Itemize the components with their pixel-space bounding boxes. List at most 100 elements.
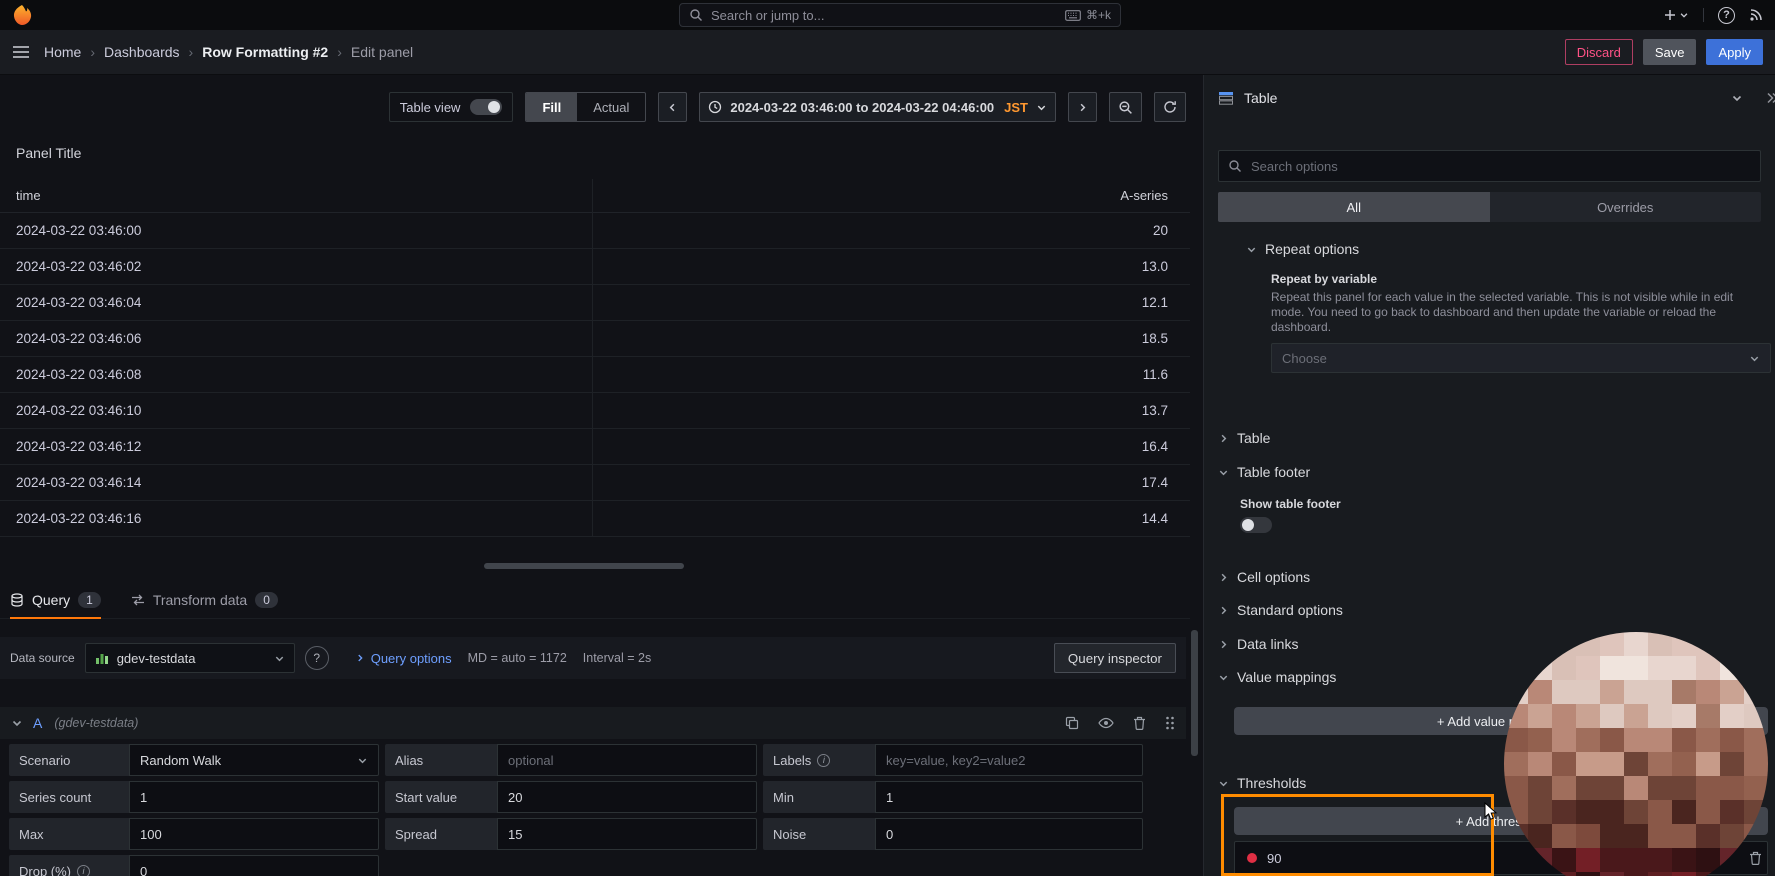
- tab-overrides[interactable]: Overrides: [1490, 192, 1762, 222]
- main-panel-area: Table view Fill Actual 2024-03-22 03:46:…: [0, 91, 1190, 876]
- section-table-footer[interactable]: Table footer: [1218, 461, 1761, 483]
- time-shift-forward-button[interactable]: [1068, 92, 1097, 122]
- repeat-variable-select[interactable]: Choose: [1271, 343, 1771, 373]
- query-options-toggle[interactable]: Query options: [355, 651, 452, 666]
- collapse-query-icon[interactable]: [11, 717, 23, 729]
- form-field-scenario: ScenarioRandom Walk: [9, 744, 379, 776]
- delete-query-trash-icon[interactable]: [1133, 716, 1146, 730]
- datasource-label: Data source: [10, 651, 75, 665]
- tab-transform-data[interactable]: Transform data 0: [131, 581, 278, 618]
- form-field-max: Max100: [9, 818, 379, 850]
- query-editor-bar: Data source gdev-testdata ? Query option…: [0, 637, 1186, 679]
- show-table-footer-toggle[interactable]: [1240, 517, 1272, 533]
- datasource-help-icon[interactable]: ?: [305, 646, 329, 670]
- breadcrumb: Home › Dashboards › Row Formatting #2 › …: [44, 44, 413, 60]
- grafana-logo-icon[interactable]: [12, 3, 32, 27]
- repeat-by-variable-label: Repeat by variable: [1271, 272, 1765, 286]
- form-field-min: Min1: [763, 781, 1143, 813]
- query-tab-bar: Query 1 Transform data 0: [0, 581, 1190, 619]
- collapse-pane-icon[interactable]: [1765, 91, 1775, 105]
- remove-threshold-trash-icon[interactable]: [1749, 851, 1762, 865]
- cell-time: 2024-03-22 03:46:08: [0, 367, 141, 382]
- form-field-drop: Drop (%)i0: [9, 855, 379, 876]
- apply-button[interactable]: Apply: [1706, 39, 1763, 65]
- datasource-select[interactable]: gdev-testdata: [85, 643, 295, 673]
- noise-input[interactable]: 0: [875, 818, 1143, 850]
- scenario-select[interactable]: Random Walk: [129, 744, 379, 776]
- options-search-input[interactable]: [1218, 150, 1761, 182]
- help-icon[interactable]: ?: [1718, 7, 1735, 24]
- breadcrumb-dashboards[interactable]: Dashboards: [104, 44, 180, 60]
- query-inspector-button[interactable]: Query inspector: [1054, 643, 1176, 673]
- labels-input[interactable]: key=value, key2=value2: [875, 744, 1143, 776]
- menu-icon[interactable]: [12, 45, 30, 59]
- save-button[interactable]: Save: [1643, 39, 1697, 65]
- cell-time: 2024-03-22 03:46:04: [0, 295, 141, 310]
- chevron-down-icon: [1749, 353, 1760, 364]
- breadcrumb-home[interactable]: Home: [44, 44, 81, 60]
- panel-type-selector[interactable]: Table: [1204, 75, 1775, 121]
- horizontal-scrollbar-thumb[interactable]: [484, 563, 684, 569]
- tab-query[interactable]: Query 1: [10, 581, 101, 618]
- panel-type-label: Table: [1244, 90, 1277, 106]
- table-visualization: time A-series 2024-03-22 03:46:00202024-…: [0, 179, 1190, 537]
- nav-bar: Home › Dashboards › Row Formatting #2 › …: [0, 30, 1775, 75]
- table-body: 2024-03-22 03:46:00202024-03-22 03:46:02…: [0, 213, 1190, 537]
- discard-button[interactable]: Discard: [1565, 39, 1633, 65]
- field-label: Labelsi: [763, 744, 875, 776]
- chevron-down-icon: [1679, 10, 1689, 20]
- threshold-color-dot[interactable]: [1247, 853, 1257, 863]
- series-count-input[interactable]: 1: [129, 781, 379, 813]
- form-row: ScenarioRandom WalkAliasoptionalLabelsik…: [0, 744, 1190, 776]
- breadcrumb-dashboard-title[interactable]: Row Formatting #2: [202, 44, 328, 60]
- start-value-input[interactable]: 20: [497, 781, 757, 813]
- table-row: 2024-03-22 03:46:1216.4: [0, 429, 1190, 465]
- query-options-group: Query options MD = auto = 1172 Interval …: [355, 651, 652, 666]
- vertical-scrollbar-thumb[interactable]: [1191, 630, 1198, 756]
- section-table[interactable]: Table: [1218, 427, 1761, 449]
- tab-all[interactable]: All: [1218, 192, 1490, 222]
- global-search-input[interactable]: Search or jump to... ⌘+k: [679, 3, 1121, 27]
- column-header-a-series[interactable]: A-series: [1120, 188, 1190, 203]
- panel-title: Panel Title: [16, 145, 1190, 165]
- table-row: 2024-03-22 03:46:0811.6: [0, 357, 1190, 393]
- panel-toolbar: Table view Fill Actual 2024-03-22 03:46:…: [0, 91, 1186, 123]
- news-icon[interactable]: [1749, 8, 1763, 22]
- table-row: 2024-03-22 03:46:0213.0: [0, 249, 1190, 285]
- duplicate-query-icon[interactable]: [1065, 716, 1079, 730]
- cell-value: 17.4: [1142, 475, 1190, 490]
- show-table-footer-toggle-wrap: [1240, 517, 1775, 536]
- time-range-picker[interactable]: 2024-03-22 03:46:00 to 2024-03-22 04:46:…: [699, 92, 1056, 122]
- drag-handle-icon[interactable]: [1165, 715, 1175, 731]
- chevron-down-icon: [1246, 244, 1257, 255]
- min-input[interactable]: 1: [875, 781, 1143, 813]
- form-field-start-value: Start value20: [385, 781, 757, 813]
- max-data-points-info: MD = auto = 1172: [468, 651, 567, 665]
- new-button[interactable]: [1664, 9, 1689, 21]
- repeat-by-variable-description: Repeat this panel for each value in the …: [1271, 290, 1751, 335]
- section-standard-options[interactable]: Standard options: [1218, 599, 1761, 621]
- refresh-button[interactable]: [1154, 92, 1186, 122]
- time-range-text: 2024-03-22 03:46:00 to 2024-03-22 04:46:…: [730, 100, 994, 115]
- max-input[interactable]: 100: [129, 818, 379, 850]
- form-field-series-count: Series count1: [9, 781, 379, 813]
- hide-query-eye-icon[interactable]: [1098, 717, 1114, 729]
- section-repeat-options[interactable]: Repeat options: [1246, 238, 1761, 260]
- fill-segment[interactable]: Fill: [526, 93, 577, 121]
- search-placeholder: Search or jump to...: [711, 8, 824, 23]
- alias-input[interactable]: optional: [497, 744, 757, 776]
- section-cell-options[interactable]: Cell options: [1218, 566, 1761, 588]
- table-row: 2024-03-22 03:46:1013.7: [0, 393, 1190, 429]
- spread-input[interactable]: 15: [497, 818, 757, 850]
- zoom-out-button[interactable]: [1109, 92, 1142, 122]
- threshold-value: 90: [1267, 851, 1281, 866]
- divider: [1703, 8, 1704, 22]
- topbar-actions: ?: [1664, 7, 1763, 24]
- drop-input[interactable]: 0: [129, 855, 379, 876]
- column-header-time[interactable]: time: [0, 188, 41, 203]
- time-shift-back-button[interactable]: [658, 92, 687, 122]
- actual-segment[interactable]: Actual: [577, 93, 645, 121]
- field-label: Min: [763, 781, 875, 813]
- table-view-toggle[interactable]: [470, 99, 502, 115]
- table-header-row: time A-series: [0, 179, 1190, 213]
